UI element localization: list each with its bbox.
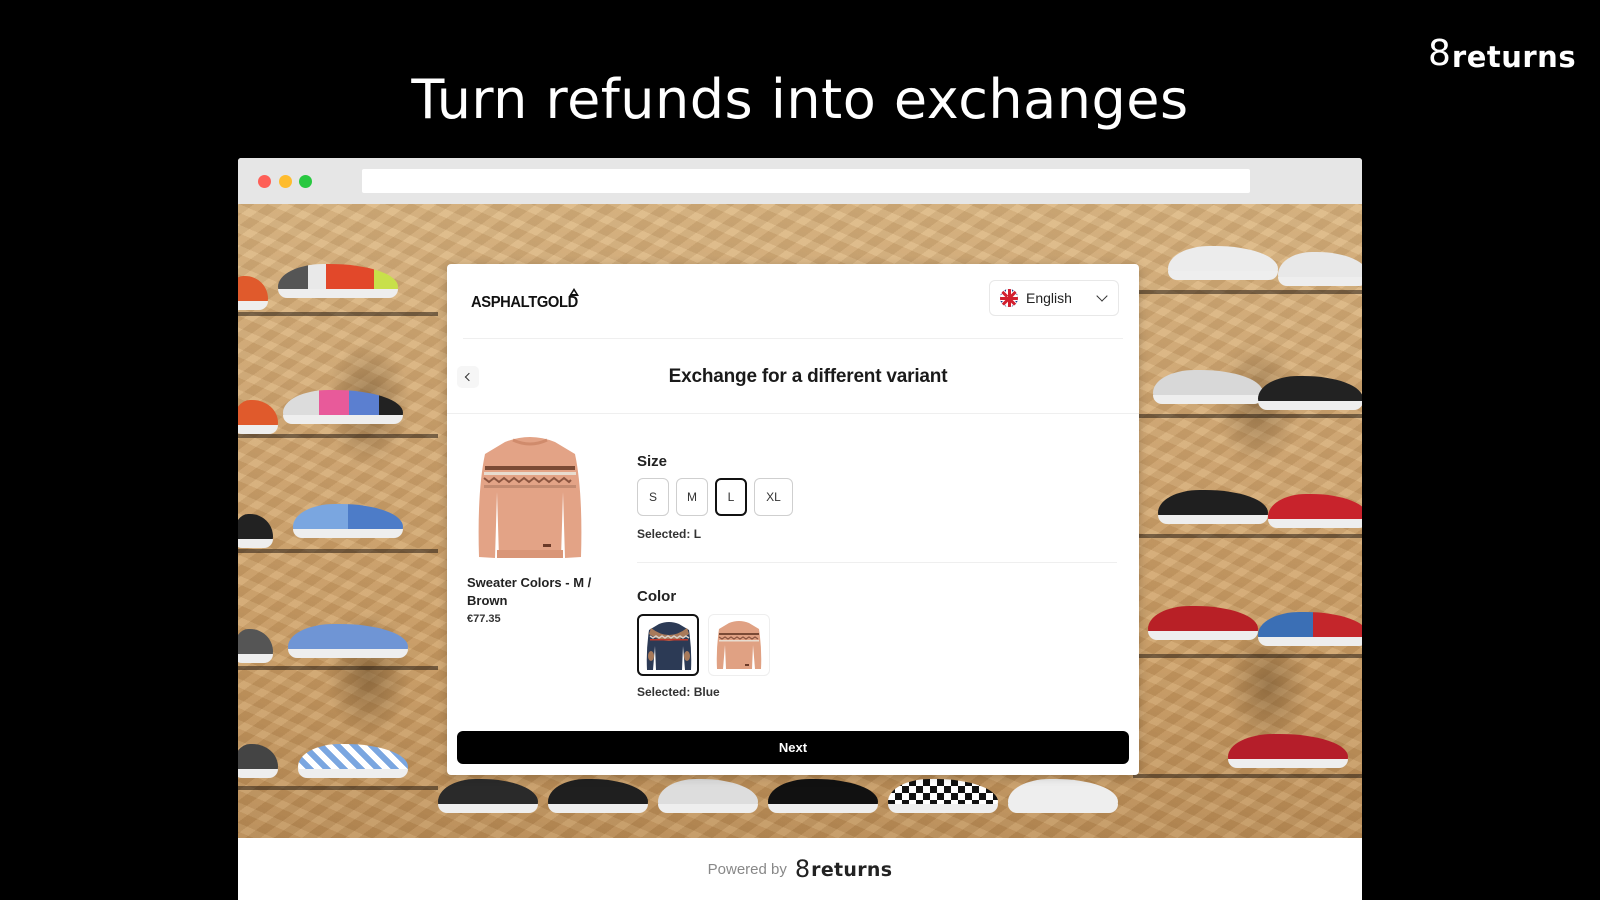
minimize-window-icon[interactable]	[279, 175, 292, 188]
shelf	[1133, 774, 1362, 778]
color-options	[637, 614, 770, 676]
shelf	[238, 312, 438, 316]
size-label: Size	[637, 453, 668, 470]
sneaker	[888, 779, 998, 813]
product-name: Sweater Colors - M / Brown	[467, 575, 592, 608]
sneaker	[438, 779, 538, 813]
page-title: Exchange for a different variant	[668, 366, 948, 387]
size-option-xl[interactable]: XL	[754, 478, 793, 516]
powered-by-text: Powered by	[707, 860, 787, 878]
sneaker	[548, 779, 648, 813]
shelf	[1133, 414, 1362, 418]
sneaker	[658, 779, 758, 813]
sneaker	[1228, 734, 1348, 768]
shelf	[1133, 654, 1362, 658]
color-option-brown[interactable]	[708, 614, 770, 676]
sneaker	[1148, 606, 1258, 640]
chevron-down-icon	[1096, 290, 1108, 302]
footer-logo-word: returns	[811, 859, 893, 881]
sneaker	[1168, 246, 1278, 280]
sneaker	[283, 390, 403, 424]
language-label: English	[1026, 290, 1072, 306]
store-logo-icon	[569, 288, 579, 296]
size-options: S M L XL	[637, 478, 793, 516]
size-option-l[interactable]: L	[715, 478, 747, 516]
color-option-blue[interactable]	[637, 614, 699, 676]
sneaker	[1258, 612, 1362, 646]
shelf	[238, 786, 438, 790]
headline: Turn refunds into exchanges	[411, 68, 1189, 131]
sneaker	[1268, 494, 1362, 528]
size-option-m[interactable]: M	[676, 478, 708, 516]
shelf	[238, 549, 438, 553]
shelf	[1133, 290, 1362, 294]
color-label: Color	[637, 588, 677, 605]
sneaker	[1008, 779, 1118, 813]
exchange-modal: ASPHALTGOLD English Exchange for a diffe…	[447, 264, 1139, 775]
sneaker	[238, 400, 278, 434]
address-bar[interactable]	[362, 169, 1250, 193]
sneaker	[288, 624, 408, 658]
sneaker	[238, 276, 268, 310]
browser-chrome	[238, 158, 1362, 204]
selected-color-text: Selected: Blue	[637, 685, 720, 699]
shelf	[238, 666, 438, 670]
shelf	[1133, 534, 1362, 538]
8returns-logo: 8 returns	[1428, 33, 1576, 74]
close-window-icon[interactable]	[258, 175, 271, 188]
sneaker	[293, 504, 403, 538]
brown-sweater-image	[716, 621, 762, 669]
uk-flag-icon	[1000, 289, 1018, 307]
sneaker	[298, 744, 408, 778]
store-logo: ASPHALTGOLD	[471, 294, 578, 311]
modal-header: ASPHALTGOLD English	[447, 264, 1139, 338]
sneaker	[1158, 490, 1268, 524]
store-background-photo: ASPHALTGOLD English Exchange for a diffe…	[238, 204, 1362, 838]
sneaker	[278, 264, 398, 298]
logo-digit: 8	[1428, 33, 1451, 74]
blue-sweater-image	[646, 622, 692, 670]
sneaker	[1278, 252, 1362, 286]
sneaker	[1153, 370, 1263, 404]
next-button[interactable]: Next	[457, 731, 1129, 764]
selected-size-text: Selected: L	[637, 527, 702, 541]
section-divider	[637, 562, 1117, 563]
shelf	[238, 434, 438, 438]
size-option-s[interactable]: S	[637, 478, 669, 516]
header-divider	[463, 338, 1123, 339]
maximize-window-icon[interactable]	[299, 175, 312, 188]
language-select[interactable]: English	[989, 280, 1119, 316]
product-price: €77.35	[467, 613, 501, 625]
sneaker	[238, 514, 273, 548]
sneaker	[768, 779, 878, 813]
sneaker	[238, 629, 273, 663]
footer-8returns-logo[interactable]: 8 returns	[794, 855, 893, 883]
sneaker	[238, 744, 278, 778]
product-image	[478, 437, 582, 558]
sneaker	[1258, 376, 1362, 410]
browser-window: ASPHALTGOLD English Exchange for a diffe…	[238, 158, 1362, 900]
footer-logo-digit: 8	[794, 855, 811, 883]
footer: Powered by 8 returns	[238, 838, 1362, 900]
title-divider	[447, 413, 1139, 414]
